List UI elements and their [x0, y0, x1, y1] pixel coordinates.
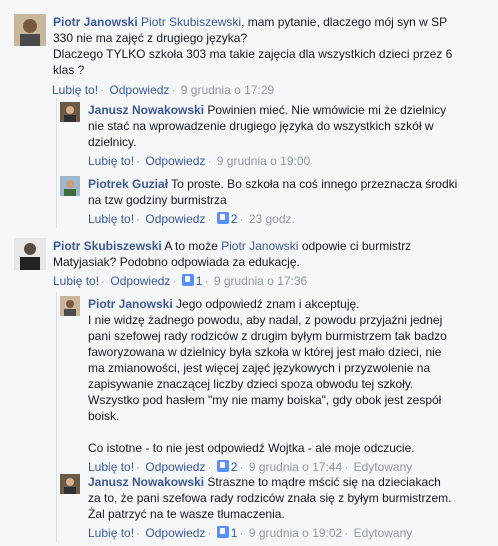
comment-author[interactable]: Piotr Janowski [53, 15, 138, 29]
comment-author[interactable]: Piotr Skubiszewski [53, 239, 162, 253]
comment-body: Piotr Janowski Piotr Skubiszewski, mam p… [52, 14, 484, 98]
reply-link[interactable]: Odpowiedz [109, 83, 169, 97]
comment-text: za to, że pani szefowa rady rodziców zna… [88, 491, 452, 505]
like-link[interactable]: Lubię to! [53, 274, 99, 288]
avatar[interactable] [60, 474, 80, 494]
reply-comment: Piotr Janowski Jego odpowiedź znam i akc… [60, 296, 484, 475]
reply-comment: Piotrek Guział To proste. Bo szkoła na c… [60, 176, 484, 227]
like-count[interactable]: 1 [181, 274, 202, 288]
comment-text: na tzw godziny burmistrza [88, 193, 227, 207]
comment-text: Co istotne - to nie jest odpowiedź Wojtk… [88, 441, 415, 455]
comment-meta: Lubię to! · Odpowiedz · 1 · 9 grudnia o 17:… [53, 274, 308, 288]
thumbs-up-icon [216, 460, 229, 472]
comment-text: 330 nie ma zajęć z drugiego języka? [53, 31, 248, 45]
comment-text: dzielnicy. [88, 135, 137, 149]
comment-body: Janusz Nowakowski Straszne to mądre mści… [88, 474, 484, 541]
comment-author[interactable]: Janusz Nowakowski [88, 475, 204, 489]
comment-text: klas ? [53, 63, 85, 77]
reply-link[interactable]: Odpowiedz [145, 460, 205, 474]
comment-timestamp[interactable]: 9 grudnia o 17:44 [249, 460, 342, 474]
comment-author[interactable]: Janusz Nowakowski [88, 103, 204, 117]
comment-timestamp[interactable]: 9 grudnia o 17:36 [214, 274, 307, 288]
comment-text: Żal patrzyć na te wasze tłumaczenia. [88, 507, 285, 521]
comment-meta: Lubię to! · Odpowiedz · 1 · 9 grudnia o 19:… [88, 526, 413, 540]
comment-text: Jego odpowiedź znam i akceptuję. [176, 297, 360, 311]
comment-text: faworyzowana w dzielnicy była szkoła w k… [88, 345, 442, 359]
avatar[interactable] [60, 296, 80, 316]
comment-meta: Lubię to! · Odpowiedz · 9 grudnia o 17:29 [52, 83, 275, 97]
edited-label[interactable]: Edytowany [354, 460, 413, 474]
reply-link[interactable]: Odpowiedz [145, 154, 205, 168]
comment-timestamp[interactable]: 23 godz. [249, 212, 295, 226]
comment-text: Straszne to mądre mścić się na dzieciaka… [207, 475, 441, 489]
comment-text: pani szefowej rady rodziców z drugim był… [88, 329, 447, 343]
like-link[interactable]: Lubię to! [88, 154, 134, 168]
comment-body: Piotr Janowski Jego odpowiedź znam i akc… [88, 296, 484, 475]
avatar[interactable] [14, 238, 46, 270]
comment-text: A to może [164, 239, 218, 253]
comment-timestamp[interactable]: 9 grudnia o 19:02 [249, 526, 342, 540]
comment-meta: Lubię to! · Odpowiedz · 2 · 9 grudnia o 17:… [88, 460, 413, 474]
reply-link[interactable]: Odpowiedz [145, 212, 205, 226]
like-count[interactable]: 2 [216, 212, 237, 226]
like-link[interactable]: Lubię to! [88, 526, 134, 540]
comment-mention[interactable]: Piotr Skubiszewski [141, 15, 241, 29]
comment-text: ma zmianowości, jest więcej zajęć języko… [88, 361, 431, 375]
comment-text: I nie widzę żadnego powodu, aby nadal, z… [88, 313, 443, 327]
comment-text: To proste. Bo szkoła na coś innego przez… [171, 177, 458, 191]
comment-mention[interactable]: Piotr Janowski [221, 239, 298, 253]
reply-link[interactable]: Odpowiedz [110, 274, 170, 288]
reply-comment: Janusz Nowakowski Straszne to mądre mści… [60, 474, 484, 541]
comment-meta: Lubię to! · Odpowiedz · 2 · 23 godz. [88, 212, 295, 226]
comment-timestamp[interactable]: 9 grudnia o 17:29 [181, 83, 274, 97]
comment-text: Dlaczego TYLKO szkoła 303 ma takie zajęc… [53, 47, 453, 61]
thumbs-up-icon [216, 526, 229, 538]
comment-text: boisk. [88, 409, 120, 423]
comment-body: Janusz Nowakowski Powinien mieć. Nie wmó… [88, 102, 484, 169]
avatar[interactable] [60, 176, 80, 196]
comment-meta: Lubię to! · Odpowiedz · 9 grudnia o 19:00 [88, 154, 311, 168]
reply-thread-line [56, 98, 57, 228]
comment-timestamp[interactable]: 9 grudnia o 19:00 [217, 154, 310, 168]
comment-text [88, 424, 484, 440]
thumbs-up-icon [216, 212, 229, 224]
avatar[interactable] [60, 102, 80, 122]
comment-body: Piotr Skubiszewski A to może Piotr Janow… [53, 238, 484, 289]
like-count[interactable]: 1 [216, 526, 237, 540]
comment-text: Matyjasiak? Podobno odpowiada za edukacj… [53, 255, 300, 269]
reply-link[interactable]: Odpowiedz [145, 526, 205, 540]
thumbs-up-icon [181, 274, 194, 286]
avatar[interactable] [14, 14, 46, 46]
comment-text: nie stać na wprowadzenie drugiego języka… [88, 119, 434, 133]
like-count[interactable]: 2 [216, 460, 237, 474]
comment: Piotr Skubiszewski A to może Piotr Janow… [14, 238, 484, 289]
like-link[interactable]: Lubię to! [88, 460, 134, 474]
comment-body: Piotrek Guział To proste. Bo szkoła na c… [88, 176, 484, 227]
comment-text: Wszystko pod hasłem "my nie mamy boiska"… [88, 393, 442, 407]
comment-thread: Piotr Janowski Piotr Skubiszewski, mam p… [0, 0, 498, 546]
reply-comment: Janusz Nowakowski Powinien mieć. Nie wmó… [60, 102, 484, 169]
like-link[interactable]: Lubię to! [52, 83, 98, 97]
comment-text: , mam pytanie, dlaczego mój syn w SP [241, 15, 448, 29]
comment-text: odpowie ci burmistrz [301, 239, 412, 253]
like-link[interactable]: Lubię to! [88, 212, 134, 226]
comment-author[interactable]: Piotrek Guział [88, 177, 168, 191]
comment: Piotr Janowski Piotr Skubiszewski, mam p… [14, 14, 484, 98]
comment-text: Powinien mieć. Nie wmówicie mi że dzieln… [207, 103, 447, 117]
comment-author[interactable]: Piotr Janowski [88, 297, 173, 311]
edited-label[interactable]: Edytowany [354, 526, 413, 540]
reply-thread-line [56, 292, 57, 542]
comment-text: zapisywanie znaczącej liczby dzieci spoz… [88, 377, 414, 391]
